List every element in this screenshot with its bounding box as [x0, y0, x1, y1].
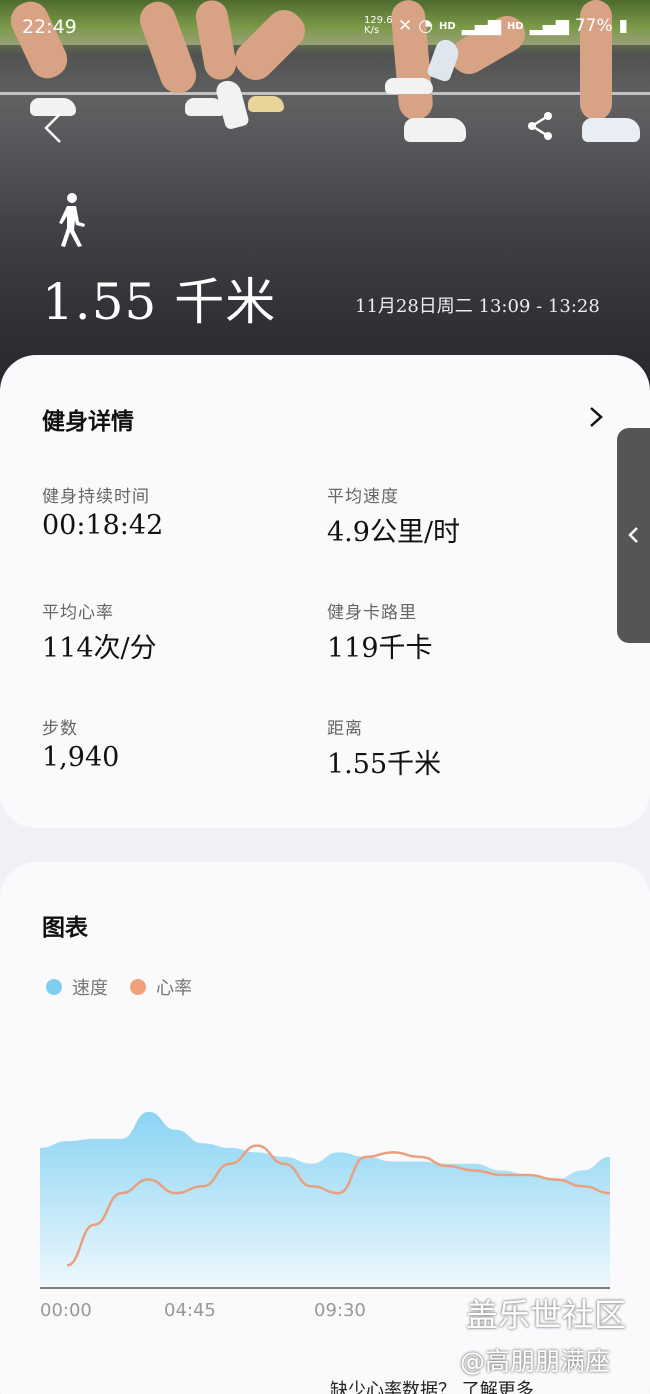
workout-details-card: 健身详情 健身持续时间 00:18:42 平均速度 4.9公里/时 平均心率 1… — [0, 355, 650, 828]
calories-value: 119千卡 — [327, 633, 433, 664]
x-tick-label: 00:00 — [40, 1300, 92, 1321]
background-photo-road-line — [0, 92, 650, 95]
status-icons: 129.6 K/s ✕ ◔ HD ▂▄▆ HD ▂▄▆ 77% ▮ — [363, 15, 628, 37]
activity-distance: 1.55 千米 — [42, 273, 277, 331]
chevron-right-icon[interactable] — [588, 405, 604, 429]
wifi-icon: ◔ — [418, 16, 434, 36]
watermark-line1: 盖乐世社区 — [466, 1296, 627, 1334]
duration-value: 00:18:42 — [42, 510, 164, 541]
runner-shoe — [214, 77, 250, 131]
avg-heart-rate-label: 平均心率 — [42, 603, 114, 623]
signal-icon: ▂▄▆ — [529, 16, 569, 36]
watermark-line2: @高朋朋满座 — [460, 1347, 611, 1376]
edge-panel-handle[interactable] — [617, 428, 650, 643]
battery-level: 77% — [574, 16, 613, 36]
missing-heart-rate-link[interactable]: 缺少心率数据？ 了解更多 — [330, 1376, 534, 1394]
avg-speed-value: 4.9公里/时 — [327, 517, 461, 548]
x-tick-label: 09:30 — [314, 1300, 366, 1321]
status-time: 22:49 — [22, 16, 77, 38]
hd-icon: HD — [439, 20, 456, 32]
avg-heart-rate-value: 114次/分 — [42, 633, 157, 664]
details-title: 健身详情 — [42, 408, 134, 435]
steps-label: 步数 — [42, 719, 78, 739]
hd-icon: HD — [506, 20, 524, 32]
distance-value: 1.55千米 — [327, 749, 442, 780]
speed-heart-rate-chart — [40, 1111, 611, 1289]
distance-label: 距离 — [327, 719, 363, 739]
hero-banner: 22:49 129.6 K/s ✕ ◔ HD ▂▄▆ HD ▂▄▆ 77% ▮ … — [0, 0, 650, 400]
chevron-left-icon — [628, 527, 638, 543]
battery-icon: ▮ — [618, 16, 628, 36]
steps-value: 1,940 — [42, 742, 120, 773]
mute-icon: ✕ — [397, 16, 413, 36]
speed-area — [40, 1111, 610, 1288]
duration-label: 健身持续时间 — [42, 487, 150, 507]
runner-shoe — [385, 78, 433, 94]
net-speed: 129.6 K/s — [363, 15, 393, 36]
runner-shoe — [582, 118, 640, 142]
share-icon[interactable] — [524, 110, 556, 142]
status-bar: 22:49 129.6 K/s ✕ ◔ HD ▂▄▆ HD ▂▄▆ 77% ▮ — [0, 12, 650, 48]
back-arrow-icon[interactable] — [40, 110, 70, 146]
calories-label: 健身卡路里 — [327, 603, 417, 623]
signal-icon: ▂▄▆ — [461, 16, 501, 36]
runner-shoe — [404, 118, 466, 142]
activity-date-range: 11月28日周二 13:09 - 13:28 — [355, 296, 600, 317]
walking-person-icon — [59, 193, 85, 247]
runner-shoe — [248, 96, 284, 112]
avg-speed-label: 平均速度 — [327, 487, 399, 507]
x-tick-label: 04:45 — [164, 1300, 216, 1321]
